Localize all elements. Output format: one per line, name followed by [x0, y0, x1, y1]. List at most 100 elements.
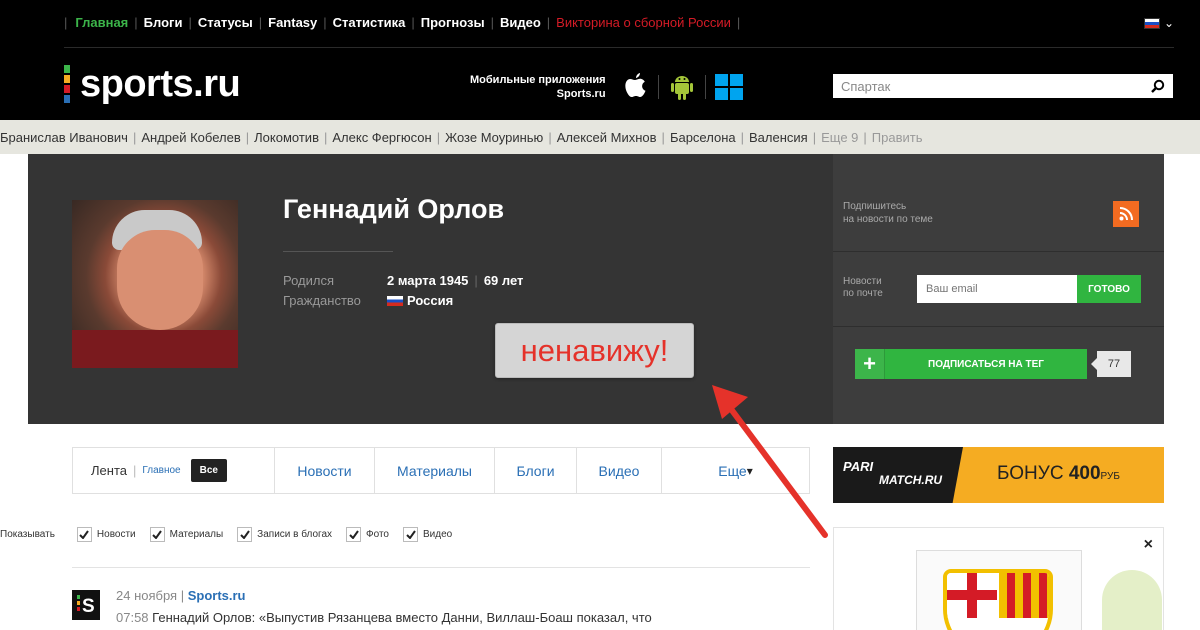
main-nav: | Главная | Блоги | Статусы | Fantasy | Статисти… [64, 10, 746, 34]
tag-link[interactable]: Алекс Фергюсон [332, 130, 431, 145]
logo-dot [64, 65, 70, 73]
svg-text:S: S [82, 596, 95, 616]
tag-separator: | [661, 129, 665, 145]
filter-checkbox[interactable]: Видео [403, 527, 452, 542]
nav-separator: | [188, 14, 192, 30]
apps-label: Мобильные приложения Sports.ru [470, 73, 606, 101]
page: | Главная | Блоги | Статусы | Fantasy | Статисти… [0, 0, 1200, 630]
nav-item[interactable]: Главная [75, 15, 128, 30]
ad-bonus-suffix: РУБ [1100, 471, 1120, 482]
tab-feed[interactable]: Лента | Главное Все [73, 448, 275, 493]
language-menu[interactable]: ⌄ [1143, 16, 1174, 30]
filter-checkbox[interactable]: Материалы [149, 527, 223, 542]
filter-label: Новости [96, 529, 136, 540]
age-value: 69 лет [483, 273, 524, 288]
tag-separator: | [436, 129, 441, 145]
close-icon[interactable]: × [1144, 536, 1153, 554]
rss-text-line2: на новости по теме [843, 214, 933, 225]
tags-edit-link[interactable]: Править [872, 130, 923, 145]
follow-tag-button[interactable]: ПОДПИСАТЬСЯ НА ТЕГ [885, 349, 1087, 379]
citizenship-row: Гражданство Россия [283, 291, 523, 311]
email-submit-button[interactable]: ГОТОВО [1077, 275, 1141, 303]
follow-tag: + ПОДПИСАТЬСЯ НА ТЕГ 77 [855, 349, 1131, 379]
nav-item[interactable]: Прогнозы [421, 15, 485, 30]
email-field[interactable] [917, 275, 1077, 303]
ad-image[interactable] [916, 550, 1082, 630]
plus-icon[interactable]: + [855, 349, 885, 379]
nav-separator: | [323, 14, 327, 30]
tags-more-link[interactable]: Еще 9 [821, 130, 858, 145]
tag-link[interactable]: Локомотив [254, 130, 319, 145]
tag-link[interactable]: Алексей Михнов [557, 130, 657, 145]
nav-item[interactable]: Блоги [144, 15, 183, 30]
tab-label: Видео [598, 462, 640, 479]
annotation-note: ненавижу! [495, 323, 694, 378]
tag-link[interactable]: Валенсия [749, 130, 808, 145]
header-divider [64, 47, 1174, 48]
all-button[interactable]: Все [190, 459, 227, 482]
tag-link[interactable]: Андрей Кобелев [141, 130, 240, 145]
tags-bar: Бранислав Иванович | Андрей Кобелев | Локомо… [0, 120, 1200, 154]
person-name: Геннадий Орлов [283, 194, 505, 224]
tab-separator: | [132, 463, 137, 478]
filter-checkbox[interactable]: Записи в блогах [237, 527, 332, 542]
tab-item[interactable]: Новости [275, 448, 375, 493]
search-icon[interactable] [1149, 77, 1167, 95]
tab-item[interactable]: Материалы [375, 448, 495, 493]
apple-icon[interactable] [620, 72, 650, 102]
rss-row: Подпишитесь на новости по теме [833, 154, 1164, 252]
checkmark-icon [76, 527, 92, 542]
ad-box: × [833, 527, 1164, 630]
person-facts: Родился 2 марта 1945 | 69 лет Гражданство Ро… [283, 271, 523, 311]
photo-shirt [72, 330, 238, 368]
rss-icon[interactable] [1113, 201, 1139, 227]
email-label-line1: Новости [843, 276, 882, 287]
ad-banner[interactable]: PARI MATCH.RU БОНУС 400РУБ [833, 447, 1164, 503]
tag-link[interactable]: Жозе Моуринью [445, 130, 543, 145]
search-input[interactable] [833, 74, 1143, 98]
nav-item[interactable]: Статусы [198, 15, 253, 30]
nav-separator: | [411, 14, 415, 30]
tab-item[interactable]: Блоги [495, 448, 577, 493]
tag-link[interactable]: Бранислав Иванович [0, 130, 128, 145]
follower-count: 77 [1091, 351, 1131, 377]
facts-separator: | [474, 273, 478, 288]
news-headline[interactable]: 07:58 Геннадий Орлов: «Выпустив Рязанцев… [116, 610, 652, 625]
apps-label-line1: Мобильные приложения [470, 74, 606, 86]
tag-link[interactable]: Барселона [670, 130, 736, 145]
nav-separator: | [134, 14, 138, 30]
subscribe-panel: Подпишитесь на новости по теме Новости п… [833, 154, 1164, 424]
news-date: 24 ноября [116, 588, 178, 603]
nav-item[interactable]: Fantasy [268, 15, 317, 30]
russia-flag-icon [387, 296, 403, 306]
nav-separator: | [64, 14, 68, 30]
nav-item[interactable]: Видео [500, 15, 541, 30]
site-logo[interactable]: sports.ru [64, 62, 241, 106]
filter-checkbox[interactable]: Новости [76, 527, 136, 542]
nav-separator: | [736, 14, 741, 30]
born-value: 2 марта 1945 [387, 273, 469, 288]
email-label-line2: по почте [843, 288, 883, 299]
tag-separator: | [132, 129, 137, 145]
filter-label: Видео [423, 529, 453, 540]
apps-separator [657, 75, 659, 99]
apps-label-line2: Sports.ru [556, 88, 606, 100]
main-link[interactable]: Главное [142, 465, 180, 476]
nav-item[interactable]: Викторина о сборной России [556, 15, 731, 30]
photo-face [117, 230, 203, 330]
filter-checkbox[interactable]: Фото [346, 527, 389, 542]
annotation-arrow-icon [712, 385, 828, 538]
news-source-link[interactable]: Sports.ru [188, 588, 246, 603]
news-meta: 24 ноября | Sports.ru [116, 588, 246, 603]
news-time: 07:58 [116, 610, 149, 625]
android-icon[interactable] [667, 72, 697, 102]
tag-separator: | [323, 129, 328, 145]
crest-stripes [999, 573, 1049, 618]
tab-item[interactable]: Видео [577, 448, 662, 493]
chevron-down-icon: ⌄ [1163, 16, 1174, 30]
nav-item[interactable]: Статистика [333, 15, 406, 30]
apps-separator [704, 75, 706, 99]
mobile-apps: Мобильные приложения Sports.ru [470, 72, 744, 102]
windows-icon[interactable] [714, 72, 744, 102]
news-text: Геннадий Орлов: «Выпустив Рязанцева вмес… [152, 610, 652, 625]
